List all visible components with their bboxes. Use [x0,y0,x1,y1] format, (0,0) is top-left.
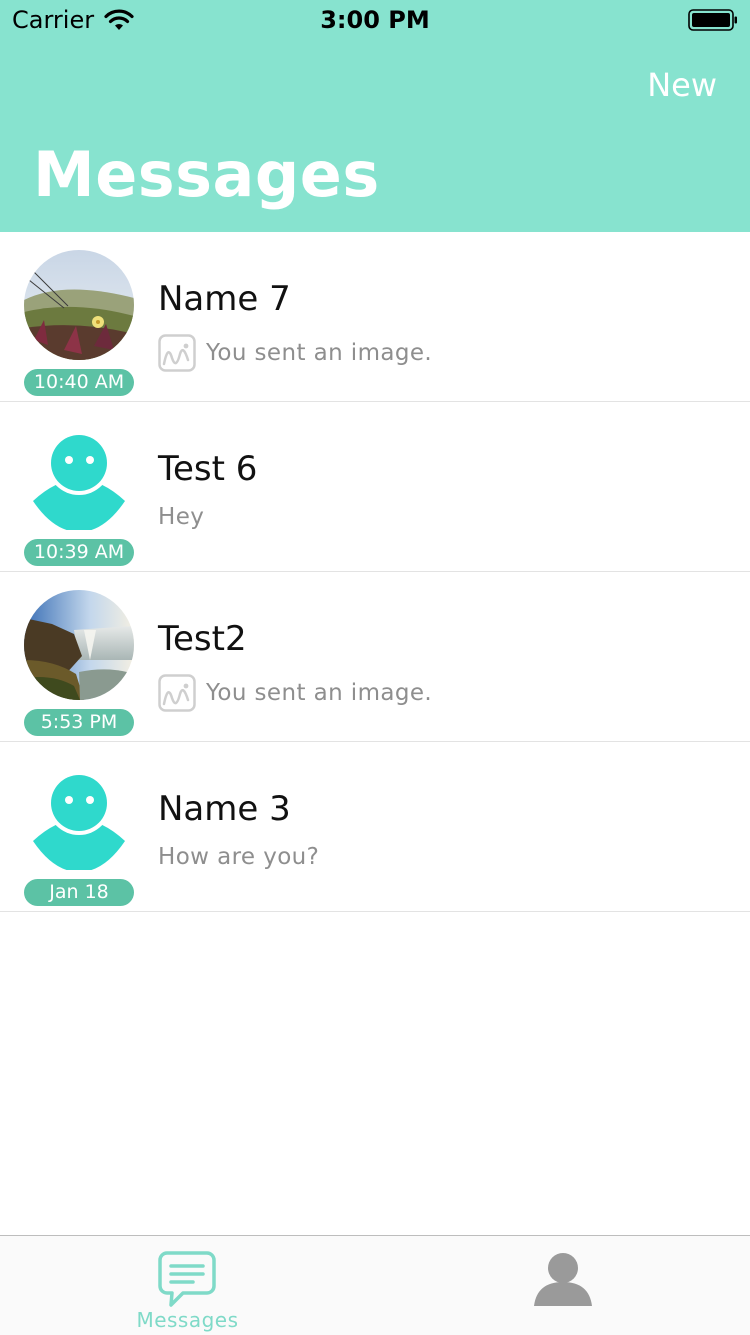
tab-profile[interactable] [375,1236,750,1335]
time-badge: 5:53 PM [24,709,134,736]
header: Carrier 3:00 PM New Messages [0,0,750,232]
chat-bubble-icon [158,1251,216,1307]
contact-name: Test2 [158,619,247,659]
waterfall-photo-avatar [24,590,134,700]
status-time: 3:00 PM [320,6,430,34]
preview-text: You sent an image. [206,340,433,366]
page-title: Messages [33,138,380,211]
message-preview: You sent an image. [158,674,432,712]
avatar [24,760,134,870]
time-badge: 10:39 AM [24,539,134,566]
avatar [24,590,134,700]
message-preview: You sent an image. [158,334,432,372]
conversation-row[interactable]: 10:40 AM Name 7 You sent an image. [0,232,750,402]
flower-photo-avatar [24,250,134,360]
default-person-icon [24,760,134,870]
avatar [24,250,134,360]
message-preview: How are you? [158,844,319,870]
contact-name: Name 7 [158,279,291,319]
person-icon [534,1253,592,1306]
tab-messages[interactable]: Messages [0,1236,375,1335]
new-message-button[interactable]: New [647,66,717,104]
avatar [24,420,134,530]
conversation-list: 10:40 AM Name 7 You sent an image. 10:39… [0,232,750,912]
tab-bar: Messages [0,1235,750,1335]
time-badge: 10:40 AM [24,369,134,396]
image-icon [158,334,196,372]
time-badge: Jan 18 [24,879,134,906]
conversation-row[interactable]: Jan 18 Name 3 How are you? [0,742,750,912]
preview-text: How are you? [158,844,320,870]
battery-icon [688,9,737,31]
status-bar: Carrier 3:00 PM [0,0,750,40]
preview-text: Hey [158,504,205,530]
default-person-icon [24,420,134,530]
conversation-row[interactable]: 10:39 AM Test 6 Hey [0,402,750,572]
contact-name: Test 6 [158,449,258,489]
contact-name: Name 3 [158,789,291,829]
tab-messages-label: Messages [136,1308,239,1332]
conversation-row[interactable]: 5:53 PM Test2 You sent an image. [0,572,750,742]
message-preview: Hey [158,504,204,530]
image-icon [158,674,196,712]
preview-text: You sent an image. [206,680,433,706]
